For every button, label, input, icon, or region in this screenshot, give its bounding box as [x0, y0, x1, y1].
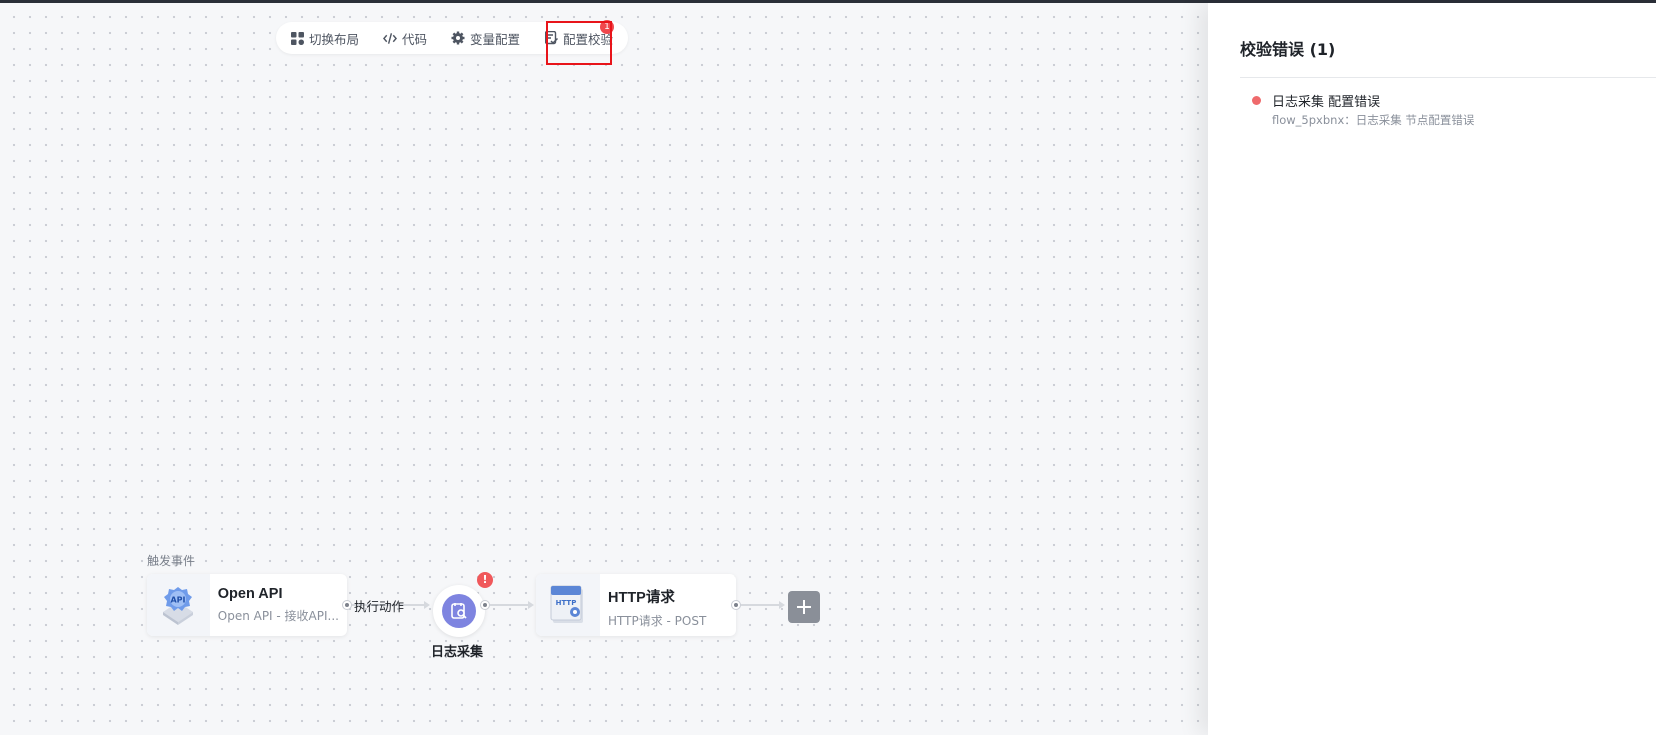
open-api-title: Open API — [217, 586, 283, 602]
error-title: 日志采集 配置错误 — [1272, 95, 1381, 110]
switch-layout-button[interactable]: 切换布局 — [290, 29, 359, 48]
http-output-port[interactable] — [731, 600, 741, 610]
edge-arrow — [424, 601, 430, 609]
panel-title: 校验错误 (1) — [1240, 40, 1336, 59]
svg-text:HTTP: HTTP — [556, 599, 577, 607]
log-search-icon — [442, 594, 476, 628]
edge-arrow — [528, 601, 534, 609]
checklist-icon — [544, 31, 558, 45]
edge-log-to-http — [490, 604, 530, 606]
node-error-icon: ! — [477, 572, 493, 588]
trigger-event-label: 触发事件 — [147, 554, 196, 568]
error-detail: flow_5pxbnx：日志采集 节点配置错误 — [1272, 113, 1475, 127]
code-button[interactable]: 代码 — [383, 29, 427, 48]
add-node-button[interactable] — [788, 591, 820, 623]
execute-action-label: 执行动作 — [354, 599, 405, 614]
open-api-subtitle: Open API - 接收API... — [217, 609, 339, 623]
divider — [1240, 77, 1656, 78]
error-dot-icon — [1252, 96, 1261, 105]
svg-text:API: API — [171, 596, 186, 605]
switch-layout-label: 切换布局 — [309, 31, 360, 47]
canvas-toolbar: 切换布局 代码 变量配置 配置校验 — [276, 22, 628, 54]
open-api-node[interactable]: API Open API Open API - 接收API... — [147, 574, 347, 636]
validation-panel: 校验错误 (1) 日志采集 配置错误 flow_5pxbnx：日志采集 节点配置… — [1208, 3, 1656, 735]
edge-http-to-add — [741, 604, 781, 606]
open-api-output-port[interactable] — [342, 600, 352, 610]
http-request-node[interactable]: HTTP HTTP请求 HTTP请求 - POST — [536, 574, 736, 636]
log-output-port[interactable] — [480, 600, 490, 610]
api-icon: API — [147, 574, 210, 636]
http-icon: HTTP — [536, 574, 600, 636]
layout-grid-icon — [290, 31, 304, 45]
gear-icon — [451, 31, 465, 45]
code-label: 代码 — [402, 31, 428, 47]
plus-icon — [797, 600, 811, 614]
code-icon — [383, 31, 398, 45]
log-collect-label: 日志采集 — [431, 645, 484, 660]
http-title: HTTP请求 — [608, 590, 675, 606]
edge-arrow — [779, 601, 785, 609]
variable-config-button[interactable]: 变量配置 — [451, 29, 520, 48]
log-collect-node[interactable] — [433, 585, 485, 637]
http-subtitle: HTTP请求 - POST — [608, 614, 707, 628]
variable-config-label: 变量配置 — [470, 31, 521, 47]
validate-count-badge: 1 — [600, 20, 614, 34]
